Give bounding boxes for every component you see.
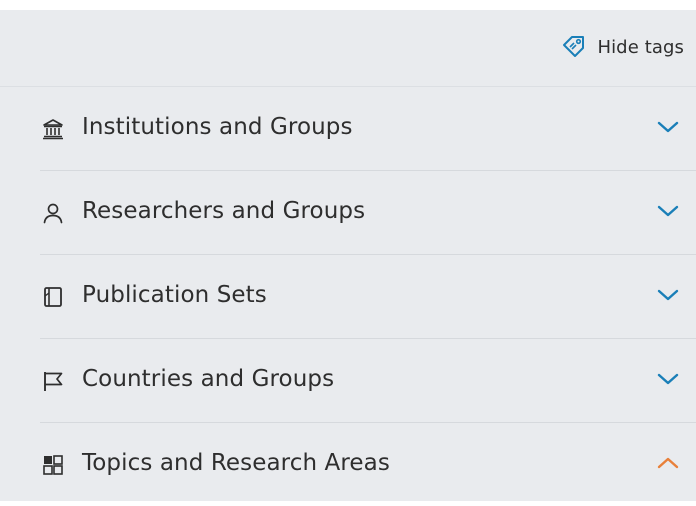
filter-row-label: Publication Sets [82, 282, 267, 308]
tag-icon [561, 34, 587, 60]
filter-row-label: Researchers and Groups [82, 198, 366, 224]
person-icon [42, 202, 64, 224]
filter-row-topics[interactable]: Topics and Research Areas [40, 423, 696, 506]
filter-list: Institutions and Groups Researchers and … [0, 87, 696, 506]
flag-icon [42, 370, 64, 392]
filter-row-label: Countries and Groups [82, 366, 335, 392]
chevron-down-icon[interactable] [656, 202, 680, 220]
chevron-down-icon[interactable] [656, 370, 680, 388]
filter-row-researchers[interactable]: Researchers and Groups [40, 171, 696, 255]
filter-panel: Hide tags Institutions and Groups Resear… [0, 10, 696, 501]
panel-toolbar: Hide tags [0, 10, 696, 87]
grid-icon [42, 454, 64, 476]
document-icon [42, 286, 64, 308]
chevron-down-icon[interactable] [656, 118, 680, 136]
filter-row-countries[interactable]: Countries and Groups [40, 339, 696, 423]
filter-row-label: Topics and Research Areas [82, 450, 390, 476]
filter-row-label: Institutions and Groups [82, 114, 353, 140]
filter-row-publication-sets[interactable]: Publication Sets [40, 255, 696, 339]
institution-icon [42, 118, 64, 140]
hide-tags-button[interactable]: Hide tags [561, 34, 684, 60]
chevron-down-icon[interactable] [656, 286, 680, 304]
filter-row-institutions[interactable]: Institutions and Groups [40, 87, 696, 171]
chevron-up-icon[interactable] [656, 454, 680, 472]
hide-tags-label: Hide tags [597, 36, 684, 58]
